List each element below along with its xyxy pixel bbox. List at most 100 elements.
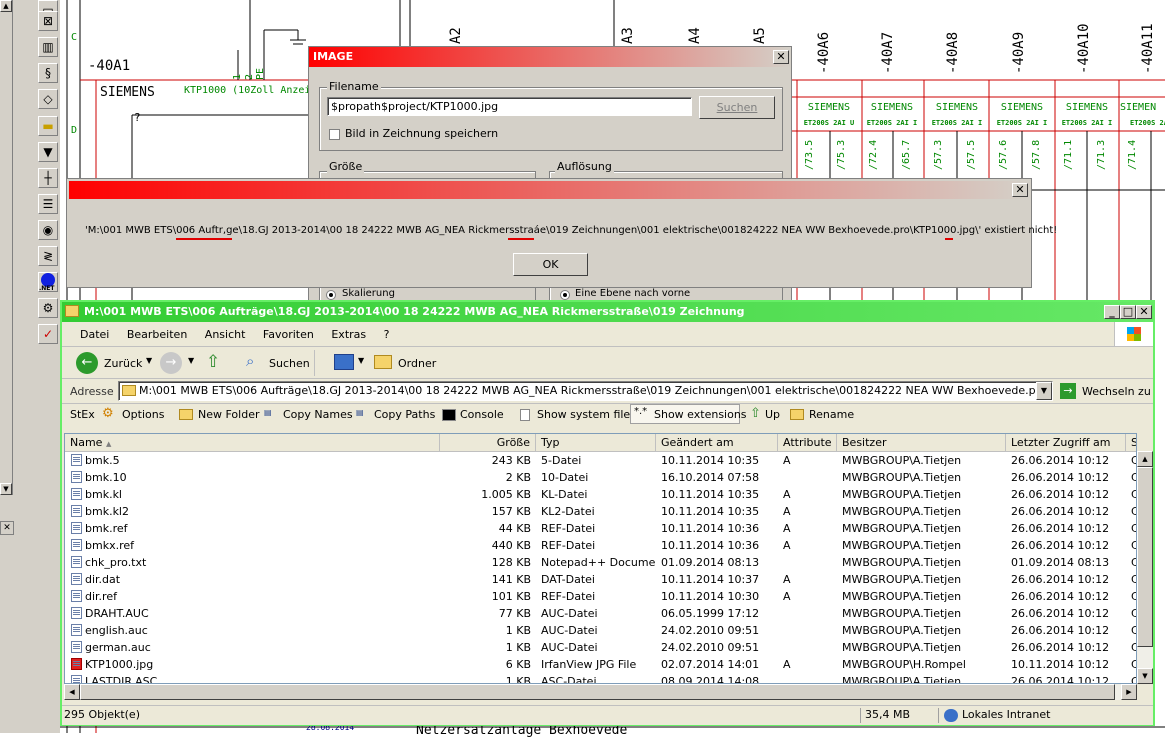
- table-row[interactable]: bmk.kl 1.005 KB KL-Datei 10.11.2014 10:35 A M…: [65, 486, 1136, 503]
- tool-button-spring[interactable]: ≷: [38, 246, 58, 266]
- scroll-thumb[interactable]: [1137, 467, 1153, 647]
- table-row[interactable]: bmkx.ref 440 KB REF-Datei 10.11.2014 10:36 A…: [65, 537, 1136, 554]
- table-row[interactable]: bmk.ref 44 KB REF-Datei 10.11.2014 10:36 A MW…: [65, 520, 1136, 537]
- column-header-name[interactable]: Name ▲: [65, 434, 440, 451]
- table-row[interactable]: bmk.10 2 KB 10-Datei 16.10.2014 07:58 MWBGRO…: [65, 469, 1136, 486]
- go-arrow-icon[interactable]: →: [1060, 383, 1076, 399]
- row-cell: bmk.kl: [85, 488, 122, 501]
- scaling-label: Skalierung: [342, 288, 395, 299]
- table-row[interactable]: english.auc 1 KB AUC-Datei 24.02.2010 09:51…: [65, 622, 1136, 639]
- horizontal-scrollbar[interactable]: ◀ ▶: [64, 684, 1137, 700]
- folder-icon: [65, 305, 79, 317]
- tool-button-diamond[interactable]: ◇: [38, 89, 58, 109]
- forward-dropdown-icon[interactable]: ▼: [188, 356, 194, 365]
- show-system-files-button[interactable]: Show system files: [537, 408, 636, 421]
- scroll-down-arrow-icon[interactable]: ▼: [0, 483, 12, 495]
- status-object-count: 295 Objekt(e): [64, 708, 140, 721]
- vertical-scrollbar[interactable]: ▲ ▼: [1137, 451, 1153, 684]
- filename-input[interactable]: $propath$project/KTP1000.jpg: [327, 97, 692, 116]
- menu-favoriten[interactable]: Favoriten: [263, 328, 314, 341]
- menu-extras[interactable]: Extras: [331, 328, 366, 341]
- views-dropdown-icon[interactable]: ▼: [358, 356, 364, 365]
- column-header-owner[interactable]: Besitzer: [837, 434, 1006, 451]
- table-row[interactable]: LASTDIR.ASC 1 KB ASC-Datei 08.09.2014 14:08…: [65, 673, 1136, 683]
- table-row[interactable]: dir.dat 141 KB DAT-Datei 10.11.2014 10:37 A M…: [65, 571, 1136, 588]
- close-icon[interactable]: ✕: [1136, 305, 1152, 319]
- tool-button-coil[interactable]: §: [38, 63, 58, 83]
- tool-button-terminal[interactable]: ▥: [38, 37, 58, 57]
- save-in-drawing-checkbox[interactable]: [329, 129, 340, 140]
- go-button[interactable]: Wechseln zu: [1082, 385, 1151, 398]
- search-icon[interactable]: ⌕: [246, 352, 254, 370]
- table-row[interactable]: bmk.5 243 KB 5-Datei 10.11.2014 10:35 A MWBGR…: [65, 452, 1136, 469]
- column-header-size[interactable]: Größe: [440, 434, 536, 451]
- scaling-radio[interactable]: [326, 290, 336, 300]
- options-button[interactable]: Options: [122, 408, 164, 421]
- copy-paths-button[interactable]: Copy Paths: [374, 408, 435, 421]
- search-button[interactable]: Suchen: [269, 357, 310, 370]
- menu-datei[interactable]: Datei: [80, 328, 109, 341]
- scroll-right-icon[interactable]: ▶: [1121, 684, 1137, 700]
- error-dialog-close-icon[interactable]: ✕: [1012, 183, 1028, 197]
- back-dropdown-icon[interactable]: ▼: [146, 356, 152, 365]
- palette-close-icon[interactable]: ✕: [0, 521, 14, 535]
- tool-button-diode[interactable]: ▼: [38, 142, 58, 162]
- tool-button-fuse[interactable]: ⊠: [38, 11, 58, 31]
- tool-button-bars[interactable]: ☰: [38, 194, 58, 214]
- views-icon[interactable]: [334, 354, 354, 370]
- scroll-up-icon[interactable]: ▲: [1137, 451, 1153, 467]
- scroll-down-icon[interactable]: ▼: [1137, 668, 1153, 684]
- address-dropdown-icon[interactable]: ▼: [1036, 382, 1052, 400]
- new-folder-button[interactable]: New Folder: [198, 408, 259, 421]
- table-row[interactable]: dir.ref 101 KB REF-Datei 10.11.2014 10:30 A M…: [65, 588, 1136, 605]
- tool-button-net[interactable]: .NET: [38, 272, 58, 292]
- menu-help[interactable]: ?: [384, 328, 390, 341]
- console-button[interactable]: Console: [460, 408, 504, 421]
- image-dialog-close-icon[interactable]: ✕: [773, 50, 789, 64]
- tool-button-gear[interactable]: ⚙: [38, 298, 58, 318]
- layer-forward-radio[interactable]: [560, 290, 570, 300]
- ok-button[interactable]: OK: [513, 253, 588, 276]
- table-row[interactable]: DRAHT.AUC 77 KB AUC-Datei 06.05.1999 17:12 M…: [65, 605, 1136, 622]
- tool-button-cross[interactable]: ┼: [38, 168, 58, 188]
- palette-scrollbar[interactable]: ▲ ▼: [0, 0, 13, 495]
- scroll-left-icon[interactable]: ◀: [64, 684, 80, 700]
- address-input[interactable]: M:\001 MWB ETS\006 Aufträge\18.GJ 2013-2…: [118, 381, 1053, 401]
- tool-button-yellow[interactable]: ▬: [38, 116, 58, 136]
- file-list: Name ▲ Größe Typ Geändert am Attribute B…: [64, 433, 1137, 684]
- table-row[interactable]: chk_pro.txt 128 KB Notepad++ Document 01.09…: [65, 554, 1136, 571]
- row-cell: 16.10.2014 07:58: [661, 471, 760, 484]
- module-ref: /72.4: [868, 139, 879, 170]
- column-header-accessed[interactable]: Letzter Zugriff am: [1006, 434, 1126, 451]
- folders-button[interactable]: Ordner: [398, 357, 436, 370]
- tool-button-circle[interactable]: ◉: [38, 220, 58, 240]
- folders-icon[interactable]: [374, 355, 392, 369]
- browse-button[interactable]: Suchen: [699, 96, 775, 119]
- column-header-s[interactable]: S: [1126, 434, 1136, 451]
- forward-arrow-icon[interactable]: →: [160, 352, 182, 374]
- row-cell: 26.06.2014 10:12: [1011, 522, 1110, 535]
- maximize-icon[interactable]: □: [1120, 305, 1136, 319]
- row-cell: 10.11.2014 10:35: [661, 454, 760, 467]
- error-message: 'M:\001 MWB ETS\006 Auftr,ge\18.GJ 2013-…: [85, 225, 1058, 236]
- up-button[interactable]: Up: [765, 408, 780, 421]
- divider: [314, 350, 315, 376]
- copy-names-button[interactable]: Copy Names: [283, 408, 353, 421]
- h-scroll-thumb[interactable]: [80, 684, 1115, 700]
- back-arrow-icon[interactable]: ←: [76, 352, 98, 374]
- menu-bearbeiten[interactable]: Bearbeiten: [127, 328, 187, 341]
- minimize-icon[interactable]: _: [1104, 305, 1120, 319]
- column-header-type[interactable]: Typ: [536, 434, 656, 451]
- rename-button[interactable]: Rename: [809, 408, 854, 421]
- menu-ansicht[interactable]: Ansicht: [205, 328, 246, 341]
- scroll-up-arrow-icon[interactable]: ▲: [0, 0, 12, 12]
- column-header-modified[interactable]: Geändert am: [656, 434, 778, 451]
- table-row[interactable]: german.auc 1 KB AUC-Datei 24.02.2010 09:51 M…: [65, 639, 1136, 656]
- tool-button-check[interactable]: ✓: [38, 324, 58, 344]
- column-header-attributes[interactable]: Attribute: [778, 434, 837, 451]
- row-cell: MWBGROUP\A.Tietjen: [842, 641, 962, 654]
- table-row[interactable]: KTP1000.jpg 6 KB IrfanView JPG File 02.07.2…: [65, 656, 1136, 673]
- table-row[interactable]: bmk.kl2 157 KB KL2-Datei 10.11.2014 10:35 A M…: [65, 503, 1136, 520]
- back-button[interactable]: Zurück: [104, 357, 142, 370]
- up-folder-icon[interactable]: ⇧: [206, 352, 220, 372]
